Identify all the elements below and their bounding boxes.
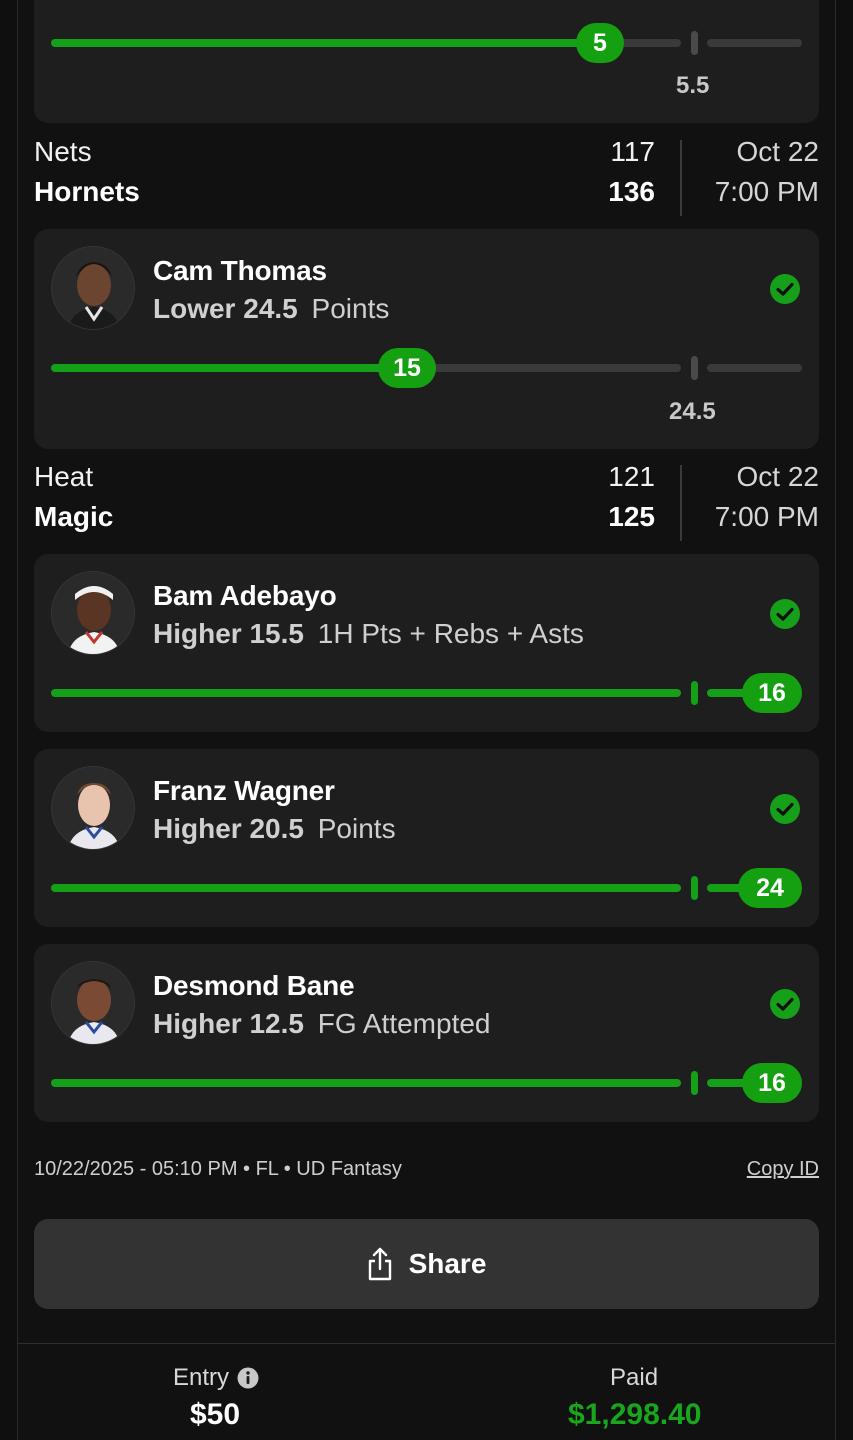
- player-name: Franz Wagner: [153, 775, 335, 806]
- away-team: Heat: [34, 461, 94, 492]
- check-circle-icon: [770, 989, 800, 1019]
- entry-label-group: Entry: [173, 1364, 259, 1392]
- share-icon: [368, 1247, 391, 1281]
- check-circle-icon: [770, 599, 800, 629]
- line-tick: [691, 876, 698, 900]
- pick-line-value: 24.5: [243, 293, 298, 324]
- pick-card[interactable]: Cam Thomas Lower 24.5 Points 15 24.5: [34, 229, 819, 449]
- line-tick: [691, 356, 698, 380]
- pick-line: Higher 15.5 1H Pts + Rebs + Asts: [153, 618, 584, 650]
- player-avatar: [51, 571, 135, 655]
- home-score: 136: [608, 176, 655, 207]
- pick-line: Higher 12.5 FG Attempted: [153, 1008, 491, 1040]
- line-value-label: 24.5: [669, 398, 716, 425]
- actual-value-pill: 24: [738, 868, 802, 908]
- pick-direction: Higher: [153, 813, 242, 844]
- share-button[interactable]: Share: [34, 1219, 819, 1309]
- game-header: Nets Hornets 117 136 Oct 22 7:00 PM: [34, 134, 819, 220]
- entry-meta-info: 10/22/2025 - 05:10 PM • FL • UD Fantasy: [34, 1158, 402, 1180]
- actual-value-pill: 15: [378, 348, 436, 388]
- check-circle-icon: [770, 794, 800, 824]
- progress-fill: [51, 884, 681, 892]
- game-divider: [680, 140, 682, 216]
- home-score: 125: [608, 501, 655, 532]
- entry-value: $50: [190, 1398, 241, 1431]
- progress-track: [411, 364, 681, 372]
- share-label: Share: [408, 1248, 487, 1279]
- progress-fill: [51, 1079, 681, 1087]
- progress-track-right: [707, 364, 802, 372]
- progress-track-right: [707, 39, 802, 47]
- line-tick: [691, 1071, 698, 1095]
- player-name: Cam Thomas: [153, 255, 327, 286]
- paid-label: Paid: [610, 1364, 659, 1391]
- progress-fill: [51, 364, 411, 372]
- actual-value-pill: 5: [576, 23, 624, 63]
- pick-stat: FG Attempted: [317, 1008, 491, 1039]
- entry-label: Entry: [173, 1364, 230, 1391]
- pick-line: Lower 24.5 Points: [153, 293, 389, 325]
- paid-value: $1,298.40: [568, 1398, 702, 1431]
- pick-stat: 1H Pts + Rebs + Asts: [317, 618, 584, 649]
- pick-line: Higher 20.5 Points: [153, 813, 396, 845]
- actual-value-pill: 16: [742, 1063, 802, 1103]
- home-team: Hornets: [34, 176, 140, 207]
- pick-stat: Points: [317, 813, 396, 844]
- footer-divider: [18, 1343, 835, 1344]
- pick-direction: Higher: [153, 618, 242, 649]
- pick-line-value: 15.5: [249, 618, 304, 649]
- pick-card[interactable]: Franz Wagner Higher 20.5 Points 24: [34, 749, 819, 927]
- game-date: Oct 22: [736, 136, 819, 167]
- game-time: 7:00 PM: [714, 176, 819, 207]
- check-circle-icon: [770, 274, 800, 304]
- player-name: Desmond Bane: [153, 970, 355, 1001]
- player-avatar: [51, 766, 135, 850]
- pick-line-value: 12.5: [249, 1008, 304, 1039]
- actual-value-pill: 16: [742, 673, 802, 713]
- info-icon[interactable]: [237, 1367, 259, 1389]
- game-divider: [680, 465, 682, 541]
- line-tick: [691, 681, 698, 705]
- home-team: Magic: [34, 501, 114, 532]
- pick-card[interactable]: Bam Adebayo Higher 15.5 1H Pts + Rebs + …: [34, 554, 819, 732]
- copy-id-link[interactable]: Copy ID: [747, 1158, 819, 1181]
- line-tick: [691, 31, 698, 55]
- progress-fill: [51, 39, 611, 47]
- player-name: Bam Adebayo: [153, 580, 337, 611]
- player-avatar: [51, 246, 135, 330]
- pick-direction: Lower: [153, 293, 236, 324]
- away-score: 117: [610, 136, 655, 167]
- away-score: 121: [608, 461, 655, 492]
- progress-fill: [51, 689, 681, 697]
- pick-line-value: 20.5: [249, 813, 304, 844]
- line-value-label: 5.5: [676, 72, 710, 99]
- pick-card[interactable]: Desmond Bane Higher 12.5 FG Attempted 16: [34, 944, 819, 1122]
- pick-direction: Higher: [153, 1008, 242, 1039]
- game-date: Oct 22: [736, 461, 819, 492]
- player-avatar: [51, 961, 135, 1045]
- away-team: Nets: [34, 136, 92, 167]
- game-header: Heat Magic 121 125 Oct 22 7:00 PM: [34, 459, 819, 545]
- pick-stat: Points: [311, 293, 390, 324]
- game-time: 7:00 PM: [714, 501, 819, 532]
- pick-card-partial: 5 5.5: [34, 0, 819, 123]
